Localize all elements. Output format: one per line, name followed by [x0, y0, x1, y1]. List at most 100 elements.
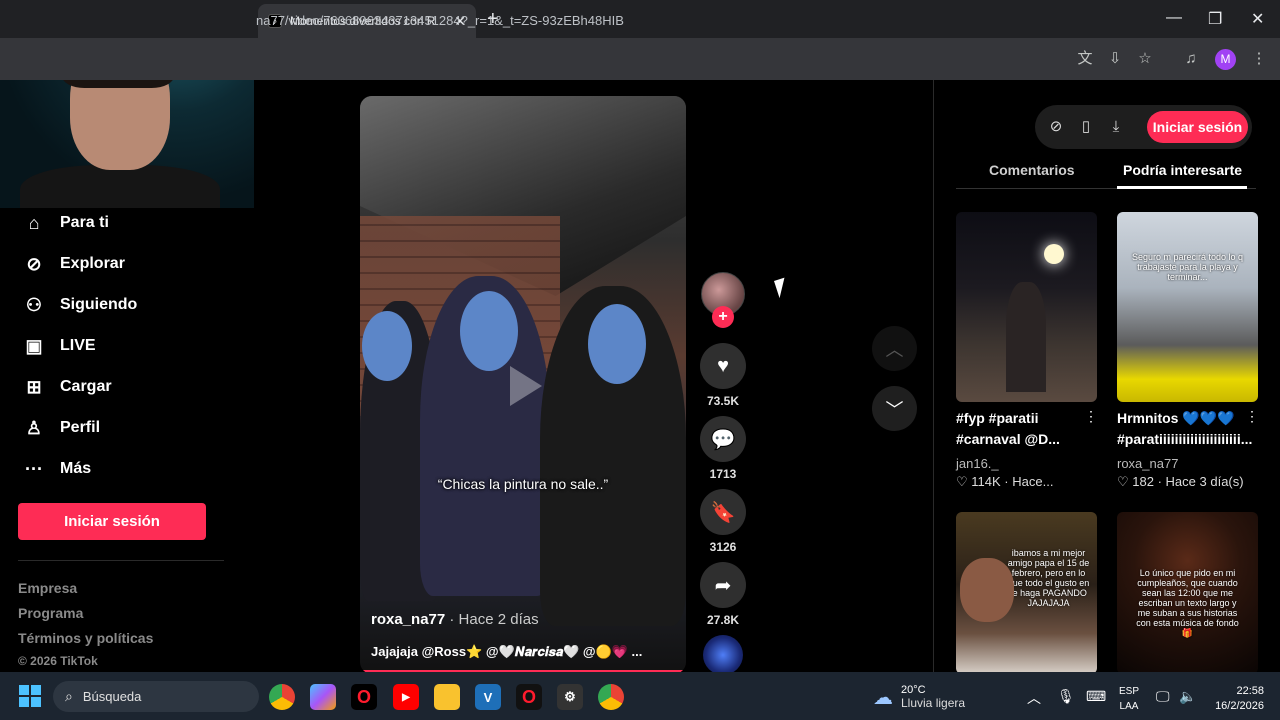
translate-icon[interactable]: 文	[1074, 48, 1096, 70]
windows-start-icon[interactable]	[19, 685, 41, 707]
youtube-icon[interactable]: ▶	[393, 684, 419, 710]
card-author[interactable]: roxa_na77	[1117, 456, 1178, 471]
restore-button[interactable]: ❐	[1208, 9, 1222, 29]
thumb-person	[1006, 282, 1046, 392]
sidebar-item-label: Perfil	[60, 419, 101, 436]
media-icon[interactable]: ♫	[1180, 48, 1202, 70]
video-author-name[interactable]: roxa_na77	[371, 611, 445, 628]
card-time: Hace...	[1012, 474, 1054, 489]
home-icon: ⌂	[28, 212, 40, 233]
play-icon[interactable]	[510, 366, 542, 406]
video-caption-overlay: “Chicas la pintura no sale..”	[437, 476, 609, 492]
save-count: 3126	[709, 540, 737, 554]
network-icon[interactable]: 🖵	[1156, 688, 1170, 705]
next-video-button[interactable]: ﹀	[872, 386, 917, 431]
login-button-sidebar[interactable]: Iniciar sesión	[18, 503, 206, 540]
taskbar-search[interactable]: ⌕ Búsqueda	[53, 681, 259, 712]
share-icon: ➦	[714, 574, 732, 597]
like-count: 73.5K	[706, 394, 740, 408]
weather-desc: Lluvia ligera	[901, 696, 966, 710]
v-app-icon[interactable]: V	[475, 684, 501, 710]
menu-icon[interactable]: ⋮	[1248, 48, 1270, 70]
sidebar-item-label: Siguiendo	[60, 296, 138, 313]
compass-icon: ⊘	[26, 253, 42, 274]
login-button-top[interactable]: Iniciar sesión	[1147, 111, 1248, 143]
chrome-profile-icon[interactable]	[598, 684, 624, 710]
footer-link-terminos[interactable]: Términos y políticas	[18, 630, 153, 646]
microphone-icon[interactable]: 🎙	[1057, 688, 1075, 705]
sidebar-item-live[interactable]: ▣ LIVE	[22, 331, 95, 361]
following-icon: ⚇	[25, 294, 43, 315]
download-icon[interactable]: ⤓	[1106, 117, 1126, 137]
clock-time: 22:58	[1236, 685, 1264, 697]
sidebar-item-explorar[interactable]: ⊘ Explorar	[22, 249, 124, 279]
minimize-button[interactable]: —	[1166, 9, 1182, 27]
video-author[interactable]: roxa_na77 · Hace 2 días	[371, 611, 539, 628]
chevron-down-icon: ﹀	[885, 399, 904, 420]
card-time: Hace 3 día(s)	[1165, 474, 1244, 489]
thumb-text-overlay: Seguro m parecirá todo lo q trabajaste p…	[1131, 252, 1244, 282]
more-options-icon[interactable]: ⋮	[1084, 408, 1098, 425]
card-title[interactable]: #fyp #paratii #carnaval @D...	[956, 408, 1088, 450]
card-title[interactable]: Hrmnitos 💙💙💙 #paratiiiiiiiiiiiiiiiiiiiii…	[1117, 408, 1252, 450]
profile-avatar[interactable]: M	[1215, 49, 1236, 70]
sidebar-item-mas[interactable]: ··· Más	[22, 454, 91, 484]
chevron-up-icon[interactable]: ︿	[1027, 688, 1041, 708]
footer-link-programa[interactable]: Programa	[18, 605, 83, 621]
device-icon[interactable]: ▯	[1076, 117, 1096, 137]
video-time: · Hace 2 días	[445, 611, 539, 628]
video-thumbnail[interactable]: Seguro m parecirá todo lo q trabajaste p…	[1117, 212, 1258, 402]
copyright-text: © 2026 TikTok	[18, 654, 98, 668]
follow-button[interactable]: +	[712, 306, 734, 328]
copilot-icon[interactable]	[310, 684, 336, 710]
clock[interactable]: 22:58 16/2/2026	[1206, 684, 1264, 714]
sidebar-item-perfil[interactable]: ♙ Perfil	[22, 413, 100, 443]
search-placeholder: Búsqueda	[82, 689, 142, 704]
card-separator: ·	[1000, 474, 1013, 489]
sidebar-item-para-ti[interactable]: ⌂ Para ti	[22, 208, 109, 238]
heart-icon: ♥	[717, 354, 729, 377]
volume-icon[interactable]: 🔈	[1179, 688, 1196, 705]
divider	[18, 560, 224, 561]
active-tab-indicator	[1117, 186, 1247, 189]
compass-icon[interactable]: ⊘	[1046, 117, 1066, 137]
more-options-icon[interactable]: ⋮	[1245, 408, 1259, 425]
opera-gx-icon[interactable]: O	[516, 684, 542, 710]
weather-widget[interactable]: ☁ 20°C Lluvia ligera	[873, 684, 965, 710]
music-disc-icon[interactable]	[703, 635, 743, 675]
tab-podria-interesarte[interactable]: Podría interesarte	[1123, 162, 1242, 178]
profile-icon: ♙	[25, 417, 43, 438]
card-author[interactable]: jan16._	[956, 456, 999, 471]
weather-temp: 20°C	[901, 684, 926, 696]
previous-video-button[interactable]: ︿	[872, 326, 917, 371]
keyboard-icon[interactable]: ⌨	[1086, 688, 1106, 705]
sidebar-item-label: Para ti	[60, 214, 109, 231]
comment-button[interactable]: 💬	[700, 416, 746, 462]
star-icon[interactable]: ☆	[1134, 48, 1156, 70]
install-app-icon[interactable]: ⇩	[1104, 48, 1126, 70]
cloud-rain-icon: ☁	[873, 686, 893, 709]
sidebar-item-cargar[interactable]: ⊞ Cargar	[22, 372, 111, 402]
video-player[interactable]: “Chicas la pintura no sale..” roxa_na77 …	[360, 96, 686, 674]
language-indicator[interactable]: ESP LAA	[1119, 684, 1139, 714]
like-button[interactable]: ♥	[700, 343, 746, 389]
close-window-button[interactable]: ✕	[1251, 9, 1264, 29]
file-explorer-icon[interactable]	[434, 684, 460, 710]
sidebar-item-siguiendo[interactable]: ⚇ Siguiendo	[22, 290, 137, 320]
video-thumbnail[interactable]	[956, 212, 1097, 402]
video-thumbnail[interactable]: Lo único que pido en mi cumpleaños, que …	[1117, 512, 1258, 674]
save-button[interactable]: 🔖	[700, 489, 746, 535]
video-thumbnail[interactable]: ibamos a mi mejor amigo papa el 15 de fe…	[956, 512, 1097, 674]
heart-outline-icon: ♡	[956, 474, 972, 489]
live-icon: ▣	[25, 335, 43, 356]
share-button[interactable]: ➦	[700, 562, 746, 608]
footer-link-empresa[interactable]: Empresa	[18, 580, 77, 596]
card-separator: ·	[1153, 474, 1166, 489]
thumb-light	[1044, 244, 1064, 264]
tab-comentarios[interactable]: Comentarios	[989, 162, 1075, 178]
opera-icon[interactable]: O	[351, 684, 377, 710]
chrome-icon[interactable]	[269, 684, 295, 710]
url-field[interactable]: na77/video/7606896343713451284?_r=1&_t=Z…	[256, 13, 624, 28]
more-icon: ···	[25, 458, 43, 479]
settings-icon[interactable]: ⚙	[557, 684, 583, 710]
